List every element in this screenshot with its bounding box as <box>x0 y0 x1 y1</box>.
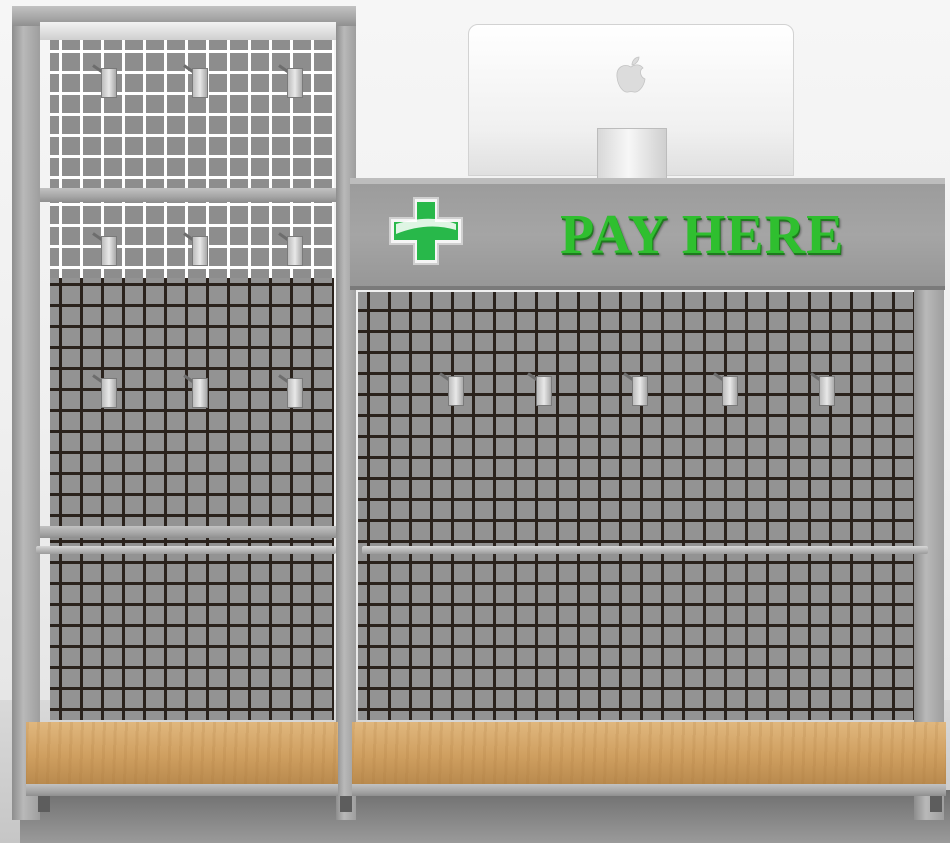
hanging-rail-right <box>362 546 928 554</box>
panel-divider <box>40 188 336 202</box>
counter-shadow <box>20 790 950 843</box>
panel-divider-lower <box>40 526 336 538</box>
peg-hook <box>278 64 307 98</box>
pegboard-panel-right <box>358 292 914 720</box>
left-frame-post-inner <box>336 8 356 820</box>
peg-hook <box>183 374 212 408</box>
wood-base-left <box>26 722 338 784</box>
peg-hook <box>183 232 212 266</box>
foot <box>930 796 942 812</box>
left-frame-post-outer <box>12 8 40 820</box>
peg-hook <box>810 372 839 406</box>
pegboard-panel-bottom-left <box>50 538 334 720</box>
base-trim-left <box>26 784 338 796</box>
peg-hook <box>713 372 742 406</box>
apple-logo-icon <box>616 56 646 93</box>
peg-hook <box>623 372 652 406</box>
foot <box>38 796 50 812</box>
peg-hook <box>92 64 121 98</box>
peg-hook <box>439 372 468 406</box>
peg-hook <box>92 374 121 408</box>
hanging-rail-left <box>36 546 336 554</box>
wood-base-right <box>352 722 946 784</box>
monitor-stand <box>597 128 667 180</box>
peg-hook <box>278 232 307 266</box>
pay-here-sign: PAY HERE <box>560 204 845 266</box>
top-light-strip <box>40 22 336 40</box>
peg-hook <box>278 374 307 408</box>
peg-hook <box>183 64 212 98</box>
peg-hook <box>527 372 556 406</box>
green-cross-icon <box>389 197 463 265</box>
base-trim-right <box>352 784 946 796</box>
peg-hook <box>92 232 121 266</box>
foot <box>340 796 352 812</box>
pegboard-panel-top <box>50 40 334 188</box>
